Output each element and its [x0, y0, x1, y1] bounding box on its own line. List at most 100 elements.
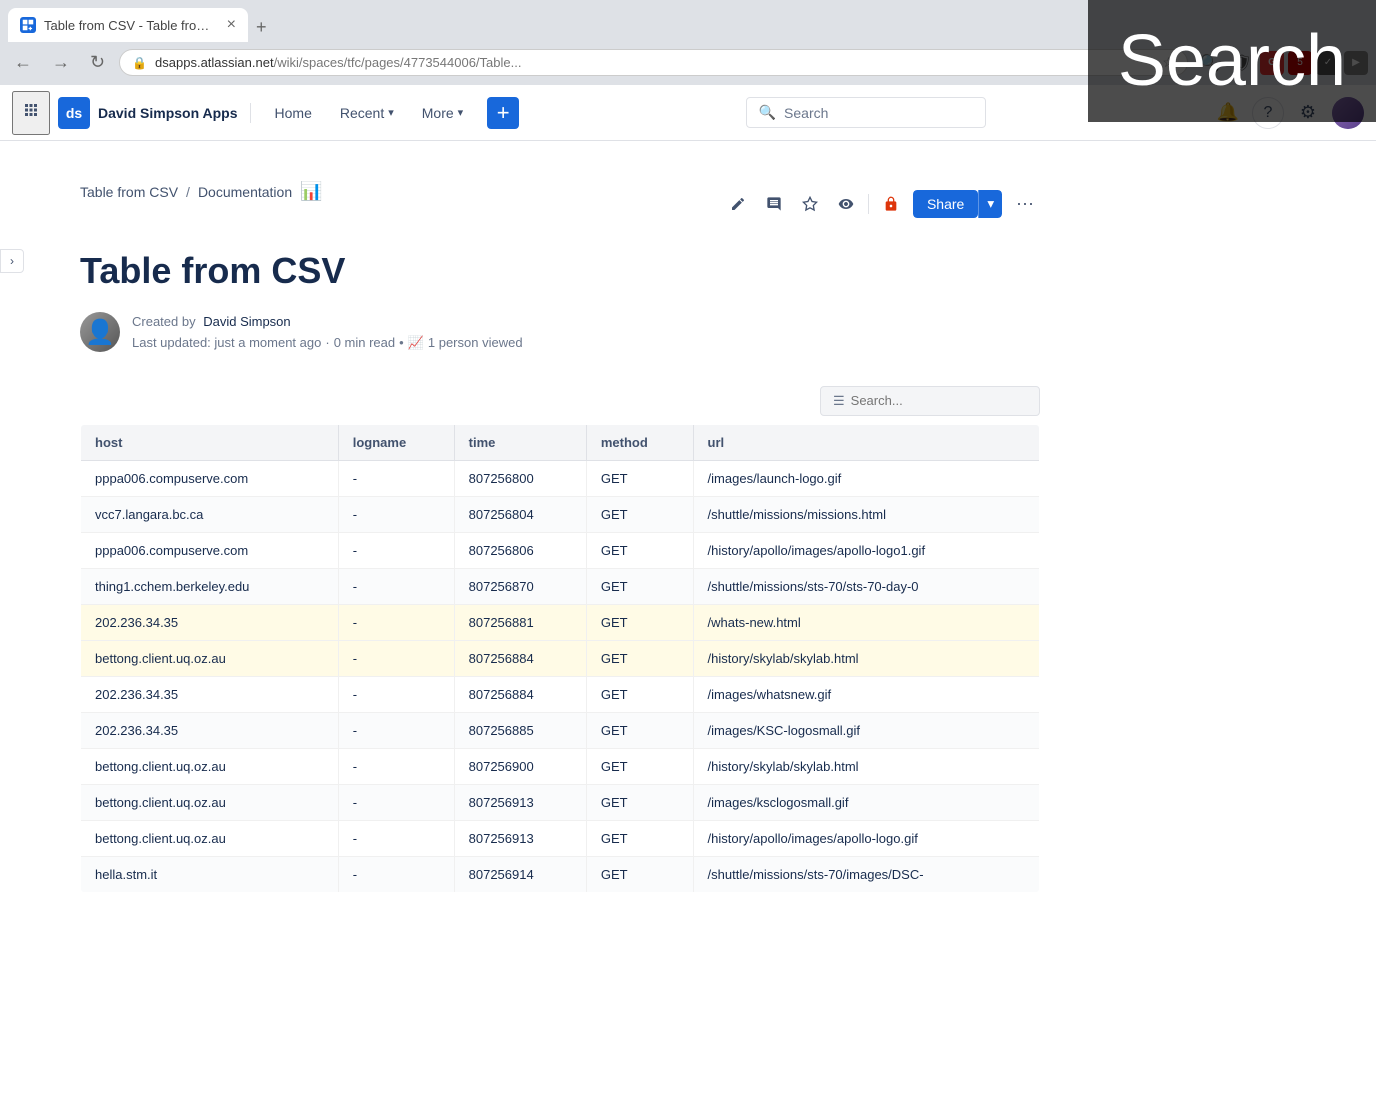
- edit-button[interactable]: [724, 190, 752, 218]
- chevron-down-icon: ▾: [388, 106, 394, 119]
- author-avatar: 👤: [80, 312, 120, 352]
- author-info: 👤 Created by David Simpson Last updated:…: [80, 312, 1040, 354]
- cell-logname: -: [338, 604, 454, 640]
- cell-time: 807256913: [454, 820, 586, 856]
- active-tab[interactable]: Table from CSV - Table from C ×: [8, 8, 248, 42]
- back-button[interactable]: ←: [8, 48, 38, 77]
- cell-method: GET: [586, 712, 693, 748]
- cell-time: 807256900: [454, 748, 586, 784]
- share-dropdown-button[interactable]: ▾: [978, 190, 1002, 218]
- table-row: thing1.cchem.berkeley.edu-807256870GET/s…: [81, 568, 1040, 604]
- col-header-time: time: [454, 424, 586, 460]
- cell-url: /history/skylab/skylab.html: [693, 640, 1039, 676]
- cell-logname: -: [338, 496, 454, 532]
- table-row: bettong.client.uq.oz.au-807256900GET/his…: [81, 748, 1040, 784]
- tab-favicon: [20, 17, 36, 33]
- breadcrumb: Table from CSV / Documentation 📊: [80, 181, 323, 202]
- cell-url: /history/apollo/images/apollo-logo1.gif: [693, 532, 1039, 568]
- cell-url: /images/ksclogosmall.gif: [693, 784, 1039, 820]
- cell-url: /whats-new.html: [693, 604, 1039, 640]
- table-row: bettong.client.uq.oz.au-807256913GET/his…: [81, 820, 1040, 856]
- chevron-down-icon: ▾: [458, 106, 464, 119]
- search-icon: 🔍: [759, 104, 776, 121]
- cell-host: thing1.cchem.berkeley.edu: [81, 568, 339, 604]
- more-actions-button[interactable]: ···: [1010, 187, 1040, 220]
- cell-url: /images/launch-logo.gif: [693, 460, 1039, 496]
- table-row: bettong.client.uq.oz.au-807256913GET/ima…: [81, 784, 1040, 820]
- cell-host: pppa006.compuserve.com: [81, 460, 339, 496]
- cell-method: GET: [586, 640, 693, 676]
- table-body: pppa006.compuserve.com-807256800GET/imag…: [81, 460, 1040, 892]
- cell-logname: -: [338, 820, 454, 856]
- views-icon: 📈: [408, 333, 424, 354]
- search-overlay: Search: [1088, 0, 1376, 122]
- author-name: David Simpson: [203, 314, 290, 329]
- app-name: David Simpson Apps: [98, 105, 238, 121]
- cell-method: GET: [586, 820, 693, 856]
- create-button[interactable]: +: [487, 97, 519, 129]
- comment-button[interactable]: [760, 190, 788, 218]
- new-tab-button[interactable]: +: [248, 13, 275, 42]
- table-header-row: host logname time method url: [81, 424, 1040, 460]
- table-search[interactable]: ☰: [820, 386, 1040, 416]
- cell-url: /images/KSC-logosmall.gif: [693, 712, 1039, 748]
- nav-more[interactable]: More ▾: [410, 97, 475, 129]
- cell-time: 807256884: [454, 676, 586, 712]
- browser-nav: ← → ↻ 🔒 dsapps.atlassian.net/wiki/spaces…: [0, 42, 1376, 85]
- breadcrumb-separator: /: [186, 184, 190, 200]
- page-layout: › Table from CSV / Documentation 📊: [0, 141, 1376, 1095]
- cell-time: 807256881: [454, 604, 586, 640]
- table-row: 202.236.34.35-807256881GET/whats-new.htm…: [81, 604, 1040, 640]
- cell-logname: -: [338, 640, 454, 676]
- watch-button[interactable]: [832, 190, 860, 218]
- app-logo: ds: [58, 97, 90, 129]
- header-search-box[interactable]: 🔍 Search: [746, 97, 986, 128]
- reload-button[interactable]: ↻: [84, 48, 111, 77]
- col-header-logname: logname: [338, 424, 454, 460]
- data-table: host logname time method url pppa006.com…: [80, 424, 1040, 893]
- nav-recent[interactable]: Recent ▾: [328, 97, 406, 129]
- search-placeholder: Search: [784, 105, 828, 121]
- apps-grid-button[interactable]: [12, 91, 50, 135]
- cell-url: /shuttle/missions/missions.html: [693, 496, 1039, 532]
- star-button[interactable]: [796, 190, 824, 218]
- cell-method: GET: [586, 604, 693, 640]
- table-search-input[interactable]: [851, 393, 1027, 408]
- breadcrumb-item-documentation[interactable]: Documentation: [198, 184, 292, 200]
- cell-method: GET: [586, 460, 693, 496]
- cell-host: bettong.client.uq.oz.au: [81, 640, 339, 676]
- cell-host: bettong.client.uq.oz.au: [81, 784, 339, 820]
- col-header-method: method: [586, 424, 693, 460]
- cell-time: 807256913: [454, 784, 586, 820]
- main-content: Table from CSV / Documentation 📊: [0, 141, 1100, 1095]
- table-search-wrapper: ☰: [80, 386, 1040, 416]
- header-nav: Home Recent ▾ More ▾: [263, 97, 476, 129]
- cell-url: /shuttle/missions/sts-70/images/DSC-: [693, 856, 1039, 892]
- url-display: dsapps.atlassian.net/wiki/spaces/tfc/pag…: [155, 55, 1154, 70]
- table-row: vcc7.langara.bc.ca-807256804GET/shuttle/…: [81, 496, 1040, 532]
- page-status-icon: 📊: [300, 181, 322, 202]
- cell-time: 807256804: [454, 496, 586, 532]
- table-row: 202.236.34.35-807256885GET/images/KSC-lo…: [81, 712, 1040, 748]
- address-bar[interactable]: 🔒 dsapps.atlassian.net/wiki/spaces/tfc/p…: [119, 49, 1188, 76]
- cell-host: 202.236.34.35: [81, 676, 339, 712]
- nav-home[interactable]: Home: [263, 97, 324, 129]
- lock-button[interactable]: [877, 190, 905, 218]
- forward-button[interactable]: →: [46, 48, 76, 77]
- breadcrumb-item-table-from-csv[interactable]: Table from CSV: [80, 184, 178, 200]
- share-button-group: Share ▾: [913, 190, 1002, 218]
- cell-host: hella.stm.it: [81, 856, 339, 892]
- search-overlay-text: Search: [1118, 21, 1346, 101]
- cell-host: bettong.client.uq.oz.au: [81, 748, 339, 784]
- sidebar-toggle-button[interactable]: ›: [0, 249, 24, 273]
- table-row: hella.stm.it-807256914GET/shuttle/missio…: [81, 856, 1040, 892]
- col-header-url: url: [693, 424, 1039, 460]
- cell-logname: -: [338, 676, 454, 712]
- table-row: 202.236.34.35-807256884GET/images/whatsn…: [81, 676, 1040, 712]
- cell-time: 807256884: [454, 640, 586, 676]
- cell-url: /history/apollo/images/apollo-logo.gif: [693, 820, 1039, 856]
- header-divider: [250, 103, 251, 123]
- share-button[interactable]: Share: [913, 190, 978, 218]
- cell-url: /shuttle/missions/sts-70/sts-70-day-0: [693, 568, 1039, 604]
- tab-close-button[interactable]: ×: [227, 16, 236, 34]
